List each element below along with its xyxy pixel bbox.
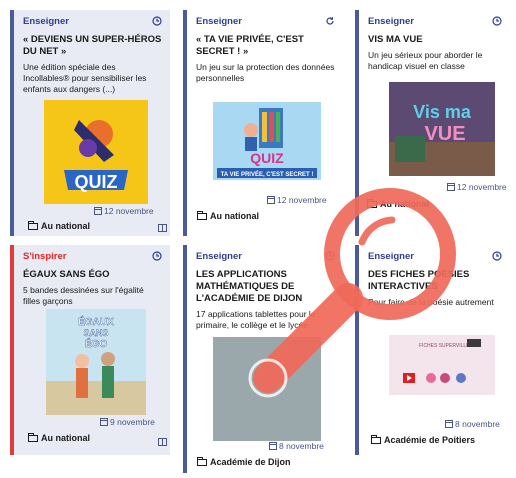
card-location: Au national: [367, 199, 429, 209]
card-thumbnail[interactable]: QUIZ: [44, 100, 148, 204]
calendar-icon: [445, 420, 453, 428]
card-title[interactable]: « DEVIENS UN SUPER-HÉROS DU NET »: [23, 34, 162, 58]
card-egaux-sans-ego[interactable]: S'inspirer ÉGAUX SANS ÉGO 5 bandes dessi…: [10, 245, 170, 455]
card-title[interactable]: LES APPLICATIONS MATHÉMATIQUES DE L'ACAD…: [196, 269, 335, 305]
calendar-icon: [94, 207, 102, 215]
card-thumbnail[interactable]: Vis ma VUE: [389, 82, 495, 176]
card-category: Enseigner: [23, 16, 69, 27]
card-title[interactable]: « TA VIE PRIVÉE, C'EST SECRET ! »: [196, 34, 335, 58]
thumbnail-caption: TA VIE PRIVÉE, C'EST SECRET !: [221, 170, 314, 178]
card-thumbnail[interactable]: ÉGAUX SANS ÉGO: [46, 309, 146, 415]
book-icon: [158, 224, 167, 232]
calendar-icon: [267, 196, 275, 204]
clock-icon: [492, 251, 502, 261]
clock-icon: [152, 251, 162, 261]
card-applications-mathematiques[interactable]: Enseigner LES APPLICATIONS MATHÉMATIQUES…: [183, 245, 343, 473]
folder-icon: [197, 457, 207, 466]
book-icon: [158, 438, 167, 446]
folder-icon: [28, 221, 38, 230]
card-date: 9 novembre: [100, 417, 155, 427]
card-location: Au national: [197, 211, 259, 221]
card-category: Enseigner: [368, 251, 414, 262]
card-location: Au national: [28, 221, 90, 231]
card-location: Au national: [28, 433, 90, 443]
thumbnail-text: FICHES SUPERVILLE: [419, 343, 470, 349]
clock-icon: [152, 16, 162, 26]
clock-icon: [325, 251, 335, 261]
card-deviens-super-heros[interactable]: Enseigner « DEVIENS UN SUPER-HÉROS DU NE…: [10, 10, 170, 236]
refresh-icon: [325, 16, 335, 26]
thumbnail-text-line3: ÉGO: [85, 337, 107, 350]
thumbnail-quiz-text: QUIZ: [75, 172, 118, 192]
card-thumbnail[interactable]: FICHES SUPERVILLE: [389, 335, 495, 395]
card-date: 12 novembre: [447, 182, 507, 192]
folder-icon: [371, 435, 381, 444]
card-title[interactable]: ÉGAUX SANS ÉGO: [23, 269, 162, 281]
card-date: 12 novembre: [267, 195, 327, 205]
card-description: Une édition spéciale des Incollables® po…: [23, 62, 147, 94]
card-description: Un jeu sérieux pour aborder le handicap …: [368, 50, 483, 71]
thumbnail-quiz-text: QUIZ: [250, 150, 284, 166]
card-category: Enseigner: [196, 251, 242, 262]
card-description: Pour faire de la poésie autrement: [368, 297, 494, 307]
folder-icon: [197, 211, 207, 220]
card-description: 5 bandes dessinées sur l'égalité filles …: [23, 285, 144, 306]
card-thumbnail[interactable]: QUIZ TA VIE PRIVÉE, C'EST SECRET !: [213, 102, 321, 180]
card-category: S'inspirer: [23, 251, 67, 262]
thumbnail-text-line1: Vis ma: [413, 102, 472, 122]
card-ta-vie-privee[interactable]: Enseigner « TA VIE PRIVÉE, C'EST SECRET …: [183, 10, 343, 236]
card-location: Académie de Dijon: [197, 457, 291, 467]
card-fiches-poesies[interactable]: Enseigner DES FICHES POÈSIES INTERACTIVE…: [355, 245, 510, 455]
card-description: Un jeu sur la protection des données per…: [196, 62, 335, 83]
thumbnail-text-line2: SANS: [83, 328, 108, 338]
card-thumbnail[interactable]: [213, 337, 321, 441]
card-date: 8 novembre: [445, 419, 500, 429]
card-category: Enseigner: [196, 16, 242, 27]
calendar-icon: [447, 183, 455, 191]
card-description: 17 applications tablettes pour le primai…: [196, 309, 316, 330]
folder-icon: [28, 433, 38, 442]
clock-icon: [492, 16, 502, 26]
calendar-icon: [100, 418, 108, 426]
thumbnail-text-line1: ÉGAUX: [78, 315, 114, 328]
calendar-icon: [269, 442, 277, 450]
card-date: 8 novembre: [269, 441, 324, 451]
card-title[interactable]: DES FICHES POÈSIES INTERACTIVES: [368, 269, 502, 293]
card-location: Académie de Poitiers: [371, 435, 475, 445]
card-title[interactable]: VIS MA VUE: [368, 34, 502, 46]
folder-icon: [367, 199, 377, 208]
thumbnail-text-line2: VUE: [424, 123, 465, 145]
card-vis-ma-vue[interactable]: Enseigner VIS MA VUE Un jeu sérieux pour…: [355, 10, 510, 236]
card-category: Enseigner: [368, 16, 414, 27]
card-date: 12 novembre: [94, 206, 154, 216]
